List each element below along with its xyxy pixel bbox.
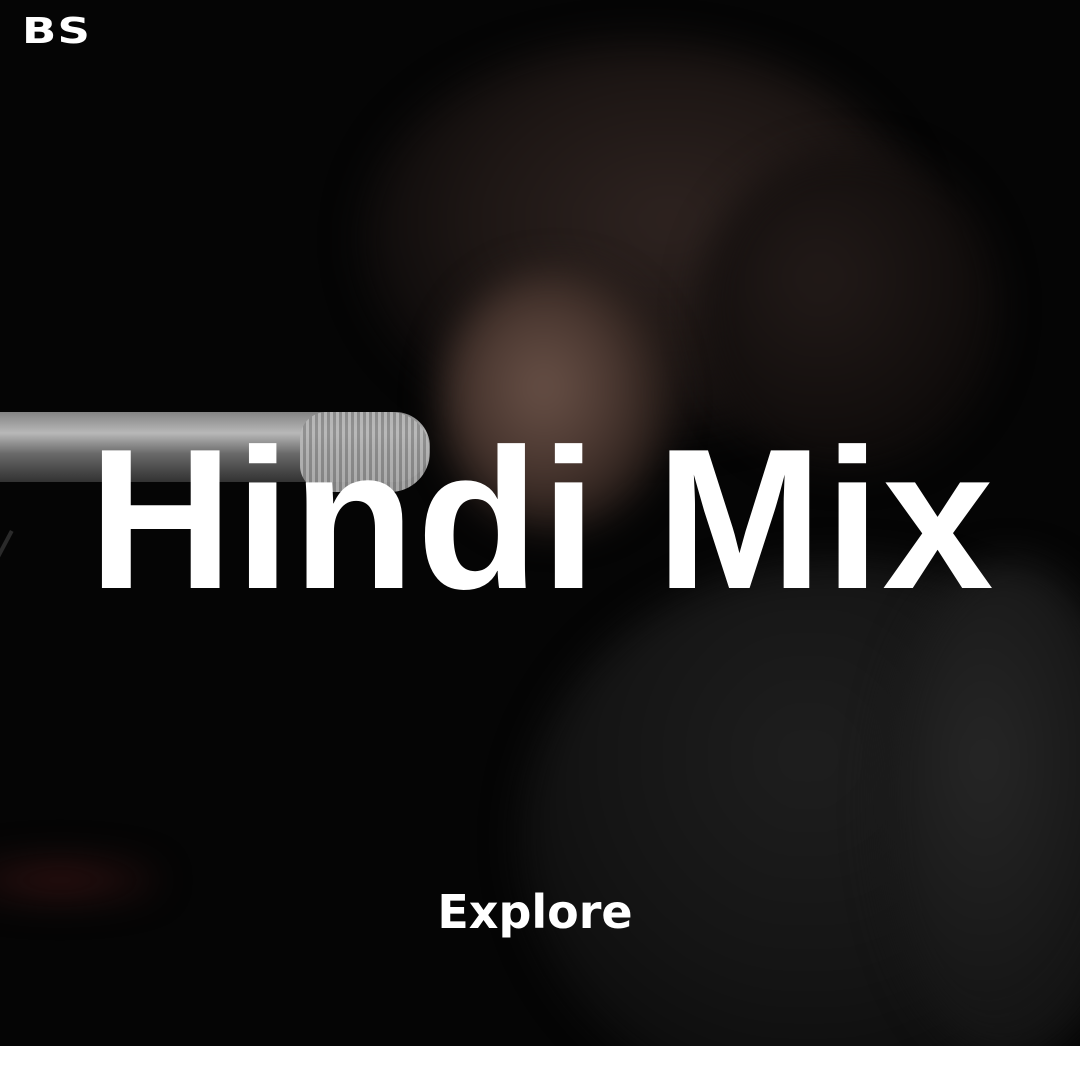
- brand-logo: BS: [22, 11, 92, 52]
- playlist-title: Hindi Mix: [88, 408, 996, 631]
- explore-button[interactable]: Explore: [0, 884, 1070, 941]
- footer-strip: [0, 1046, 1080, 1080]
- playlist-card[interactable]: BS Hindi Mix Explore: [0, 0, 1080, 1046]
